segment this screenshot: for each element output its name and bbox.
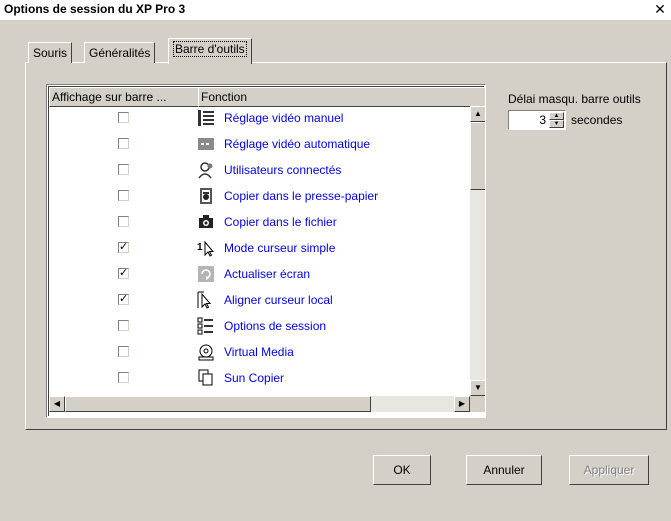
tab-barre-outils-label: Barre d'outils	[173, 41, 247, 57]
column-header-function[interactable]: Fonction	[198, 87, 485, 107]
cancel-button[interactable]: Annuler	[466, 455, 542, 485]
vertical-scroll-thumb[interactable]	[470, 122, 485, 190]
spin-down-button[interactable]: ▼	[549, 120, 564, 128]
manual-video-icon	[197, 109, 215, 127]
display-checkbox[interactable]	[118, 138, 129, 149]
list-rows: Réglage vidéo manuel Réglage vidéo automa…	[49, 106, 469, 396]
list-item[interactable]: ✓ 1 Mode curseur simple	[49, 236, 469, 262]
display-checkbox[interactable]	[118, 346, 129, 357]
function-label[interactable]: Réglage vidéo automatique	[224, 137, 370, 151]
list-item[interactable]: Sun Copier	[49, 366, 469, 392]
vertical-scrollbar[interactable]: ▲ ▼	[470, 106, 485, 396]
function-label[interactable]: Actualiser écran	[224, 267, 310, 281]
function-label[interactable]: Copier dans le fichier	[224, 215, 337, 229]
list-item[interactable]: Options de session	[49, 314, 469, 340]
function-label[interactable]: Aligner curseur local	[224, 293, 333, 307]
scroll-right-button[interactable]: ▶	[454, 396, 470, 412]
delay-value[interactable]: 3	[539, 112, 546, 128]
scroll-left-button[interactable]: ◀	[49, 396, 65, 412]
column-header-display[interactable]: Affichage sur barre ...	[49, 87, 199, 107]
scroll-down-button[interactable]: ▼	[470, 380, 485, 396]
copy-icon	[197, 369, 215, 387]
virtual-media-icon	[197, 343, 215, 361]
ok-button[interactable]: OK	[373, 455, 431, 485]
title-bar: Options de session du XP Pro 3 ✕	[0, 0, 671, 20]
tab-barre-outils[interactable]: Barre d'outils	[168, 38, 252, 64]
refresh-icon	[197, 265, 215, 283]
display-checkbox[interactable]: ✓	[118, 242, 129, 253]
function-label[interactable]: Virtual Media	[224, 345, 294, 359]
function-label[interactable]: Options de session	[224, 319, 326, 333]
svg-text:1: 1	[197, 242, 203, 253]
display-checkbox[interactable]	[118, 372, 129, 383]
delay-label: Délai masqu. barre outils	[508, 92, 641, 106]
scroll-up-button[interactable]: ▲	[470, 106, 485, 122]
tab-souris[interactable]: Souris	[28, 42, 73, 63]
horizontal-scrollbar[interactable]: ◀ ▶	[49, 396, 470, 412]
display-checkbox[interactable]	[118, 164, 129, 175]
display-checkbox[interactable]: ✓	[118, 268, 129, 279]
camera-file-icon	[197, 213, 215, 231]
session-options-icon	[197, 317, 215, 335]
list-item[interactable]: ✓ Actualiser écran	[49, 262, 469, 288]
function-label[interactable]: Réglage vidéo manuel	[224, 111, 343, 125]
horizontal-scroll-thumb[interactable]	[65, 396, 371, 412]
function-label[interactable]: Mode curseur simple	[224, 241, 335, 255]
display-checkbox[interactable]	[118, 190, 129, 201]
list-item[interactable]: Utilisateurs connectés	[49, 158, 469, 184]
display-checkbox[interactable]: ✓	[118, 294, 129, 305]
close-button[interactable]: ✕	[653, 1, 667, 17]
display-checkbox[interactable]	[118, 112, 129, 123]
function-label[interactable]: Sun Copier	[224, 371, 284, 385]
window-title: Options de session du XP Pro 3	[4, 2, 186, 16]
scrollbar-corner	[470, 396, 485, 412]
toolbar-functions-list: Affichage sur barre ... Fonction Réglage…	[46, 84, 486, 418]
list-item[interactable]: Copier dans le presse-papier	[49, 184, 469, 210]
list-item[interactable]: ✓ Aligner curseur local	[49, 288, 469, 314]
display-checkbox[interactable]	[118, 320, 129, 331]
align-cursor-icon	[197, 291, 215, 309]
function-label[interactable]: Copier dans le presse-papier	[224, 189, 378, 203]
list-item[interactable]: Réglage vidéo manuel	[49, 106, 469, 132]
camera-clipboard-icon	[197, 187, 215, 205]
spin-up-button[interactable]: ▲	[549, 112, 564, 120]
list-header: Affichage sur barre ... Fonction	[49, 87, 485, 107]
delay-unit: secondes	[571, 113, 623, 127]
list-item[interactable]: Virtual Media	[49, 340, 469, 366]
auto-video-icon	[197, 135, 215, 153]
tab-generalites[interactable]: Généralités	[84, 42, 156, 63]
display-checkbox[interactable]	[118, 216, 129, 227]
function-label[interactable]: Utilisateurs connectés	[224, 163, 341, 177]
list-item[interactable]: Réglage vidéo automatique	[49, 132, 469, 158]
apply-button[interactable]: Appliquer	[569, 455, 649, 485]
users-icon	[197, 161, 215, 179]
single-cursor-icon: 1	[197, 239, 215, 257]
delay-spinner[interactable]: 3 ▲ ▼	[508, 110, 566, 130]
tab-souris-label: Souris	[33, 46, 68, 60]
list-item[interactable]: Copier dans le fichier	[49, 210, 469, 236]
tab-generalites-label: Généralités	[89, 46, 151, 60]
